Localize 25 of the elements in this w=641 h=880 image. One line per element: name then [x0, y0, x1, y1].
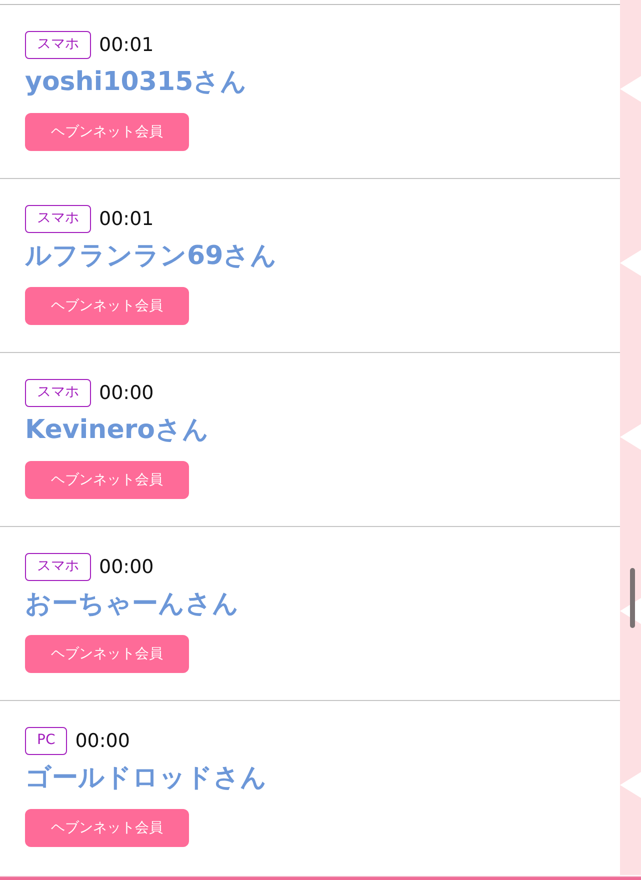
member-badge: ヘブンネット会員 [25, 461, 189, 499]
time-text: 00:00 [99, 555, 154, 579]
device-tag: スマホ [25, 379, 91, 407]
user-name-link[interactable]: ゴールドロッドさん [25, 761, 267, 795]
device-tag: スマホ [25, 31, 91, 59]
device-tag: スマホ [25, 205, 91, 233]
member-badge: ヘブンネット会員 [25, 809, 189, 847]
member-badge: ヘブンネット会員 [25, 287, 189, 325]
scrollbar-thumb[interactable] [630, 568, 635, 628]
member-badge: ヘブンネット会員 [25, 113, 189, 151]
triangle-icon [620, 424, 641, 450]
time-text: 00:01 [99, 207, 154, 231]
member-badge: ヘブンネット会員 [25, 635, 189, 673]
time-text: 00:00 [99, 381, 154, 405]
time-text: 00:00 [75, 729, 130, 753]
triangle-icon [620, 76, 641, 102]
user-name-link[interactable]: Kevineroさん [25, 413, 210, 447]
triangle-icon [620, 772, 641, 798]
user-name-link[interactable]: ルフランラン69さん [25, 239, 278, 273]
user-name-link[interactable]: おーちゃーんさん [25, 587, 239, 621]
device-tag: スマホ [25, 553, 91, 581]
time-text: 00:01 [99, 33, 154, 57]
device-tag: PC [25, 727, 68, 755]
triangle-icon [620, 250, 641, 276]
user-name-link[interactable]: yoshi10315さん [25, 65, 248, 99]
